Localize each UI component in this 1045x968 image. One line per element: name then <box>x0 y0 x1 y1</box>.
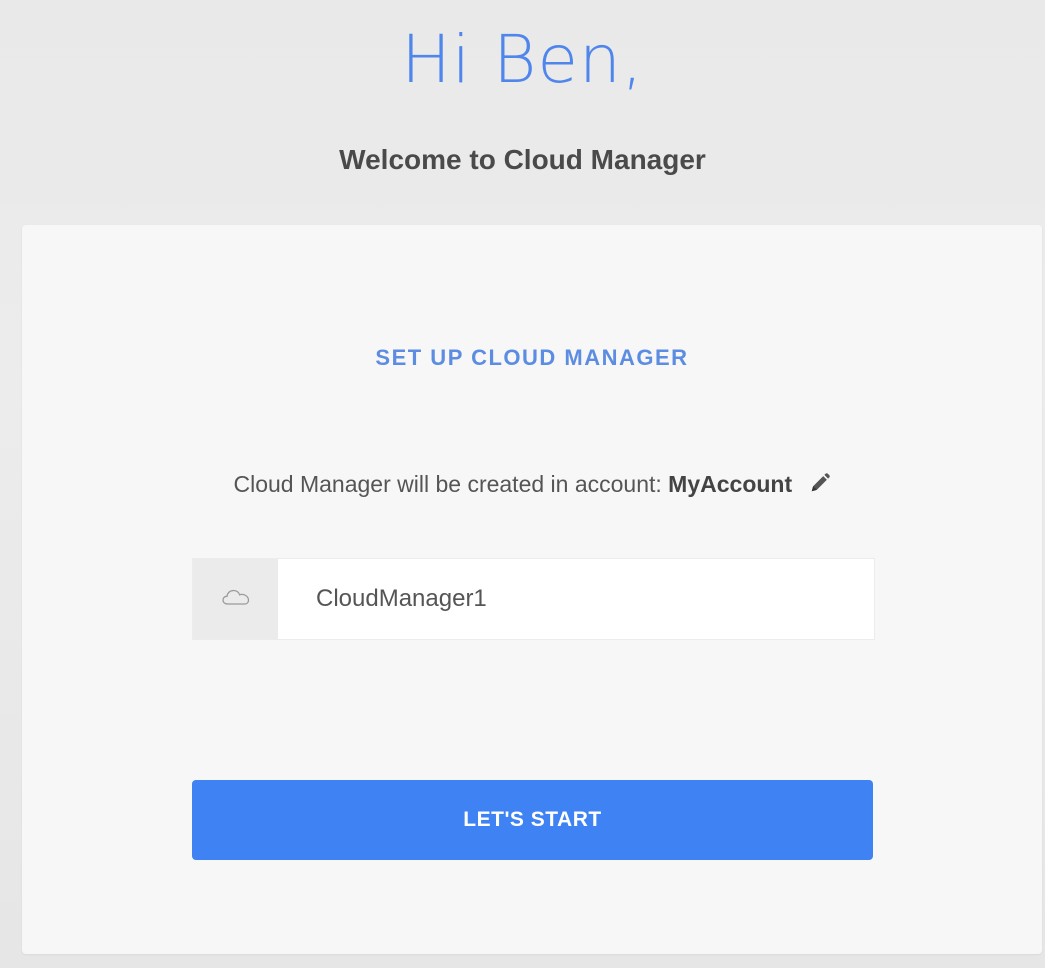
pencil-icon[interactable] <box>809 469 831 492</box>
lets-start-button[interactable]: LET'S START <box>192 780 873 860</box>
account-prefix: Cloud Manager will be created in account… <box>233 471 662 497</box>
cloud-manager-name-field <box>192 558 875 640</box>
setup-card: SET UP CLOUD MANAGER Cloud Manager will … <box>22 225 1042 954</box>
name-field-prefix <box>193 559 278 639</box>
account-line: Cloud Manager will be created in account… <box>22 467 1042 501</box>
cloud-manager-name-input[interactable] <box>278 559 874 639</box>
setup-title: SET UP CLOUD MANAGER <box>375 345 689 370</box>
account-name: MyAccount <box>668 471 793 497</box>
welcome-subtitle: Welcome to Cloud Manager <box>339 144 706 175</box>
cloud-icon <box>221 588 250 611</box>
greeting-heading: Hi Ben, <box>401 21 644 98</box>
